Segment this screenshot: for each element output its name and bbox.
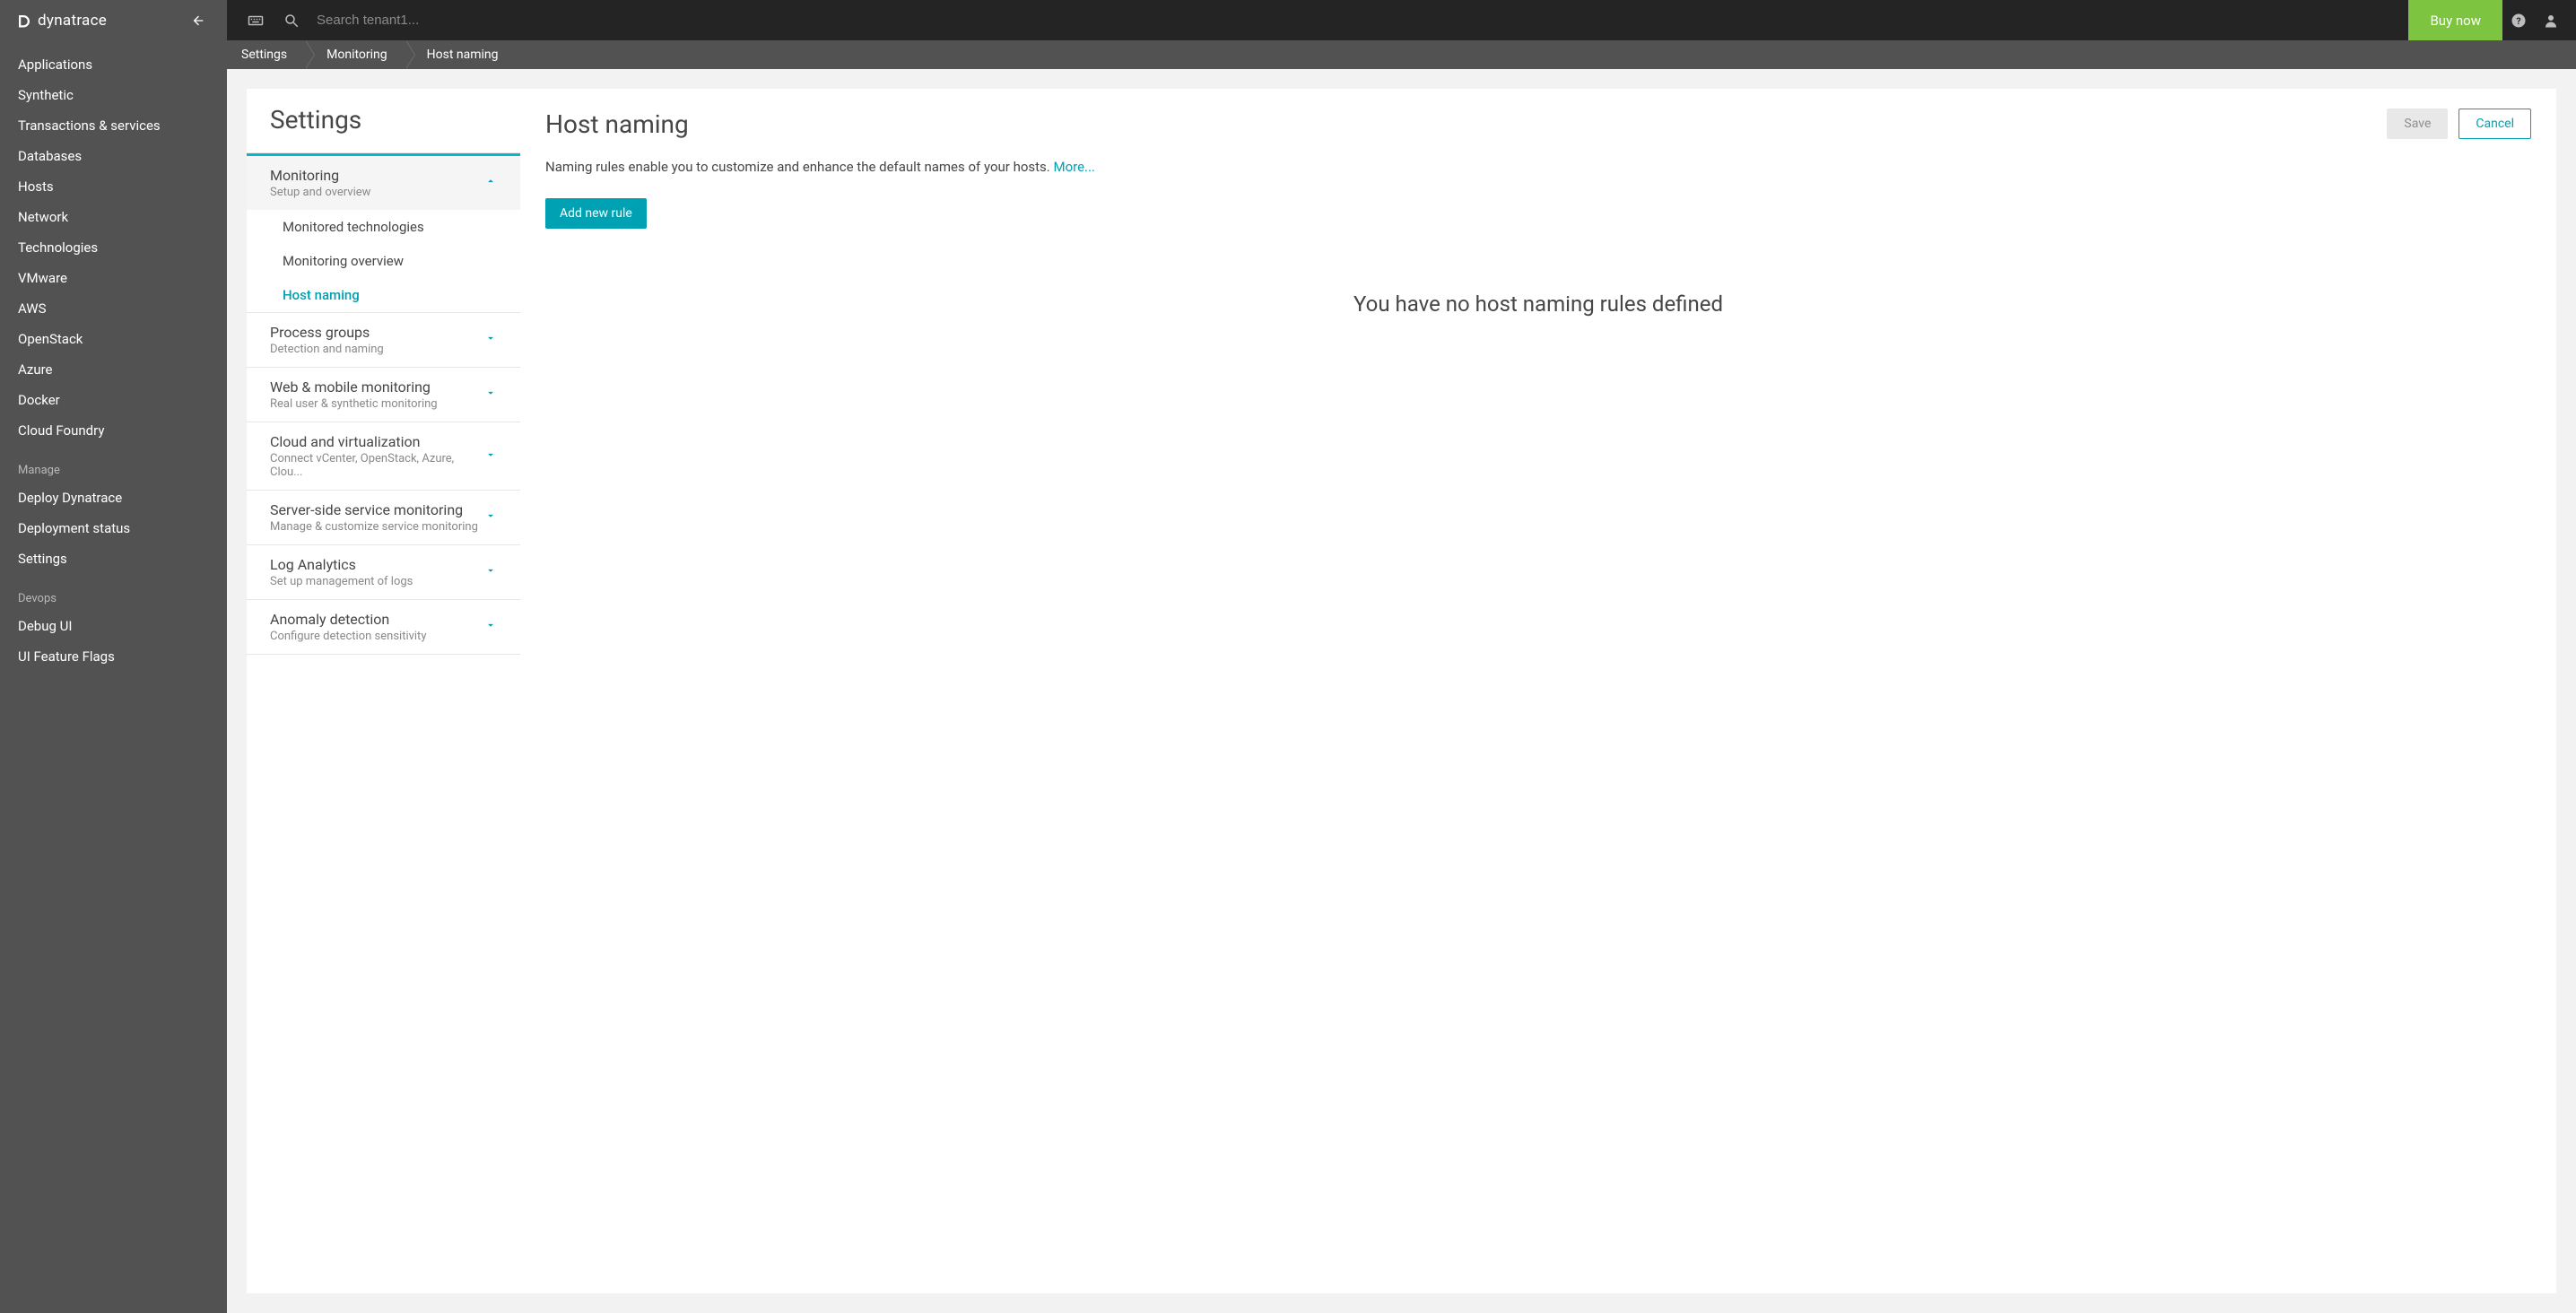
page-description: Naming rules enable you to customize and… xyxy=(545,159,2531,175)
settings-category-header[interactable]: Process groups Detection and naming xyxy=(247,313,520,367)
page-description-text: Naming rules enable you to customize and… xyxy=(545,159,1053,175)
add-new-rule-button[interactable]: Add new rule xyxy=(545,198,647,229)
settings-category-cloud-and-virtualization: Cloud and virtualization Connect vCenter,… xyxy=(247,422,520,490)
nav-section-devops: Devops xyxy=(0,574,227,611)
nav-item-synthetic[interactable]: Synthetic xyxy=(0,80,227,110)
nav-item-docker[interactable]: Docker xyxy=(0,385,227,415)
chevron-down-icon xyxy=(484,332,497,348)
nav-item-transactions-services[interactable]: Transactions & services xyxy=(0,110,227,141)
breadcrumb: SettingsMonitoringHost naming xyxy=(227,40,2576,69)
content: Settings MonitoringSetup and overviewMon… xyxy=(227,69,2576,1313)
chevron-down-icon xyxy=(484,448,497,465)
settings-subitem-monitored-technologies[interactable]: Monitored technologies xyxy=(247,210,520,244)
brand-logo[interactable]: dynatrace xyxy=(16,12,107,30)
nav-item-aws[interactable]: AWS xyxy=(0,293,227,324)
category-subtitle: Manage & customize service monitoring xyxy=(270,520,478,534)
svg-text:?: ? xyxy=(2516,14,2520,26)
settings-subitem-host-naming[interactable]: Host naming xyxy=(247,278,520,312)
user-icon xyxy=(2543,13,2559,29)
settings-category-log-analytics: Log Analytics Set up management of logs xyxy=(247,544,520,599)
chevron-down-icon xyxy=(484,564,497,580)
main-area: Buy now ? SettingsMonitoringHost naming … xyxy=(227,0,2576,1313)
nav-item-vmware[interactable]: VMware xyxy=(0,263,227,293)
topbar: Buy now ? xyxy=(227,0,2576,40)
settings-category-header[interactable]: Anomaly detection Configure detection sen… xyxy=(247,600,520,654)
chevron-down-icon xyxy=(484,619,497,635)
nav-item-openstack[interactable]: OpenStack xyxy=(0,324,227,354)
category-title: Anomaly detection xyxy=(270,611,426,628)
search-button[interactable] xyxy=(275,4,308,37)
sidebar-header: dynatrace xyxy=(0,0,227,40)
search-input[interactable] xyxy=(317,13,2408,28)
search-icon xyxy=(283,13,300,29)
category-title: Monitoring xyxy=(270,167,370,184)
settings-category-web-mobile-monitoring: Web & mobile monitoringReal user & synth… xyxy=(247,367,520,422)
settings-category-process-groups: Process groups Detection and naming xyxy=(247,312,520,367)
category-subtitle: Connect vCenter, OpenStack, Azure, Clou.… xyxy=(270,452,484,479)
settings-category-anomaly-detection: Anomaly detection Configure detection sen… xyxy=(247,599,520,655)
category-subtitle: Detection and naming xyxy=(270,343,384,356)
page-actions: Save Cancel xyxy=(2387,109,2531,139)
dynatrace-icon xyxy=(16,13,32,29)
page-title: Host naming xyxy=(545,109,689,139)
keyboard-shortcuts-button[interactable] xyxy=(239,4,272,37)
chevron-up-icon xyxy=(484,175,497,191)
settings-panel: Settings MonitoringSetup and overviewMon… xyxy=(247,89,520,1293)
settings-subcategory-list: Monitored technologiesMonitoring overvie… xyxy=(247,210,520,312)
left-sidebar: dynatrace ApplicationsSyntheticTransacti… xyxy=(0,0,227,1313)
category-title: Server-side service monitoring xyxy=(270,501,478,518)
settings-category-header[interactable]: Cloud and virtualization Connect vCenter,… xyxy=(247,422,520,490)
nav-item-deploy-dynatrace[interactable]: Deploy Dynatrace xyxy=(0,483,227,513)
help-button[interactable]: ? xyxy=(2502,4,2535,37)
settings-category-header[interactable]: Server-side service monitoring Manage & c… xyxy=(247,491,520,544)
empty-state-text: You have no host naming rules defined xyxy=(545,291,2531,317)
breadcrumb-monitoring[interactable]: Monitoring xyxy=(305,40,405,69)
nav-item-settings[interactable]: Settings xyxy=(0,543,227,574)
cancel-button[interactable]: Cancel xyxy=(2459,109,2531,139)
category-subtitle: Setup and overview xyxy=(270,186,370,199)
page-header: Host naming Save Cancel xyxy=(545,109,2531,139)
category-title: Web & mobile monitoring xyxy=(270,378,438,396)
category-title: Cloud and virtualization xyxy=(270,433,484,450)
keyboard-icon xyxy=(248,13,264,29)
category-title: Process groups xyxy=(270,324,384,341)
nav-item-network[interactable]: Network xyxy=(0,202,227,232)
nav-item-databases[interactable]: Databases xyxy=(0,141,227,171)
settings-subitem-monitoring-overview[interactable]: Monitoring overview xyxy=(247,244,520,278)
save-button[interactable]: Save xyxy=(2387,109,2448,139)
more-link[interactable]: More... xyxy=(1053,159,1094,175)
search-wrap xyxy=(272,4,2408,37)
help-icon: ? xyxy=(2511,13,2527,29)
nav-item-debug-ui[interactable]: Debug UI xyxy=(0,611,227,641)
page-panel: Host naming Save Cancel Naming rules ena… xyxy=(520,89,2556,1293)
settings-category-header[interactable]: Monitoring Setup and overview xyxy=(247,153,520,210)
category-subtitle: Real user & synthetic monitoring xyxy=(270,397,438,411)
nav-item-ui-feature-flags[interactable]: UI Feature Flags xyxy=(0,641,227,672)
breadcrumb-host-naming[interactable]: Host naming xyxy=(405,40,517,69)
settings-category-header[interactable]: Web & mobile monitoringReal user & synth… xyxy=(247,368,520,422)
category-subtitle: Set up management of logs xyxy=(270,575,413,588)
category-subtitle: Configure detection sensitivity xyxy=(270,630,426,643)
nav-item-deployment-status[interactable]: Deployment status xyxy=(0,513,227,543)
collapse-sidebar-button[interactable] xyxy=(186,8,211,33)
chevron-down-icon xyxy=(484,509,497,526)
nav-item-applications[interactable]: Applications xyxy=(0,49,227,80)
chevron-down-icon xyxy=(484,387,497,403)
primary-nav: ApplicationsSyntheticTransactions & serv… xyxy=(0,40,227,681)
settings-category-server-side-service-monitoring: Server-side service monitoring Manage & c… xyxy=(247,490,520,544)
buy-now-button[interactable]: Buy now xyxy=(2408,0,2502,40)
category-title: Log Analytics xyxy=(270,556,413,573)
settings-panel-title: Settings xyxy=(247,89,520,152)
user-menu-button[interactable] xyxy=(2535,4,2567,37)
nav-item-azure[interactable]: Azure xyxy=(0,354,227,385)
nav-section-manage: Manage xyxy=(0,446,227,483)
breadcrumb-settings[interactable]: Settings xyxy=(227,40,305,69)
nav-item-cloud-foundry[interactable]: Cloud Foundry xyxy=(0,415,227,446)
arrow-left-icon xyxy=(191,13,205,28)
nav-item-technologies[interactable]: Technologies xyxy=(0,232,227,263)
settings-category-header[interactable]: Log Analytics Set up management of logs xyxy=(247,545,520,599)
brand-text: dynatrace xyxy=(38,12,107,30)
settings-category-monitoring: Monitoring Setup and overview Monitored te… xyxy=(247,152,520,312)
nav-item-hosts[interactable]: Hosts xyxy=(0,171,227,202)
